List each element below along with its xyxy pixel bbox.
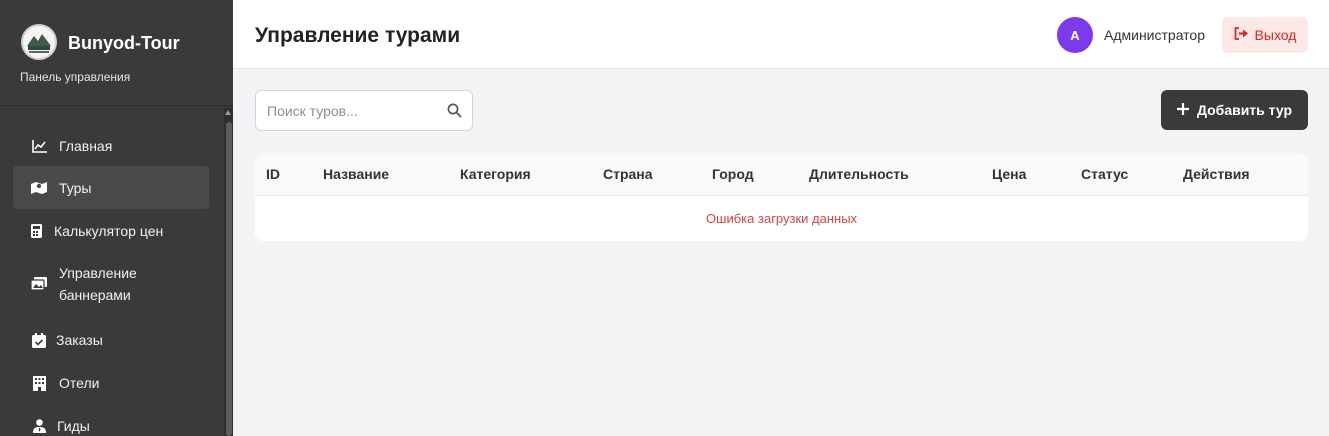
sidebar-item-label: Отели [59, 375, 100, 391]
sidebar-item-label: Туры [59, 179, 92, 196]
search-input[interactable] [267, 102, 437, 120]
column-header-actions: Действия [1183, 166, 1250, 182]
sidebar-item-label: Заказы [56, 332, 103, 348]
column-header-country: Страна [603, 166, 653, 182]
map-icon [31, 180, 47, 196]
sidebar-scrollbar[interactable] [224, 108, 233, 436]
building-icon [31, 375, 47, 391]
sidebar-item-calculator[interactable]: Калькулятор цен [13, 217, 209, 245]
sign-out-icon [1234, 27, 1249, 43]
sidebar-item-orders[interactable]: Заказы [13, 326, 209, 354]
tours-table: ID Название Категория Страна Город Длите… [255, 153, 1308, 241]
column-header-status: Статус [1081, 166, 1129, 182]
brand-name: Bunyod-Tour [68, 33, 180, 53]
scroll-thumb[interactable] [226, 122, 232, 436]
error-message: Ошибка загрузки данных [705, 211, 858, 226]
plus-icon [1176, 102, 1189, 118]
brand-subtitle: Панель управления [20, 70, 131, 84]
calendar-check-icon [31, 332, 47, 348]
brand: Bunyod-Tour Панель управления [0, 0, 233, 106]
table-header: ID Название Категория Страна Город Длите… [255, 153, 1308, 196]
search-box [255, 90, 473, 131]
column-header-category: Категория [460, 166, 531, 182]
column-header-duration: Длительность [809, 166, 909, 182]
sidebar: Bunyod-Tour Панель управления Главная Ту… [0, 0, 233, 436]
sidebar-item-label: Калькулятор цен [54, 223, 164, 239]
chart-line-icon [31, 138, 47, 154]
add-tour-label: Добавить тур [1196, 102, 1293, 118]
column-header-price: Цена [992, 166, 1027, 182]
images-icon [31, 276, 47, 292]
logout-label: Выход [1254, 27, 1297, 43]
scroll-up-arrow-icon[interactable] [225, 110, 231, 115]
sidebar-item-label: Гиды [57, 418, 90, 434]
sidebar-item-label: Главная [59, 138, 113, 154]
sidebar-item-label: Управление баннерами [59, 265, 137, 303]
column-header-id: ID [266, 166, 280, 182]
user-tie-icon [31, 418, 47, 434]
logout-button[interactable]: Выход [1222, 17, 1308, 53]
sidebar-item-tours[interactable]: Туры [13, 166, 209, 209]
add-tour-button[interactable]: Добавить тур [1161, 90, 1308, 130]
username: Администратор [1104, 27, 1206, 43]
top-header: Управление турами A Администратор Выход [233, 0, 1329, 69]
sidebar-item-guides[interactable]: Гиды [13, 412, 209, 436]
avatar: A [1057, 17, 1093, 53]
sidebar-item-hotels[interactable]: Отели [13, 369, 209, 397]
page-title: Управление турами [255, 24, 461, 47]
sidebar-item-home[interactable]: Главная [13, 132, 209, 160]
column-header-city: Город [712, 166, 754, 182]
search-icon[interactable] [447, 103, 462, 123]
sidebar-item-banners[interactable]: Управление баннерами [13, 261, 209, 307]
logo [21, 24, 57, 60]
calculator-icon [28, 223, 44, 239]
column-header-name: Название [323, 166, 390, 182]
